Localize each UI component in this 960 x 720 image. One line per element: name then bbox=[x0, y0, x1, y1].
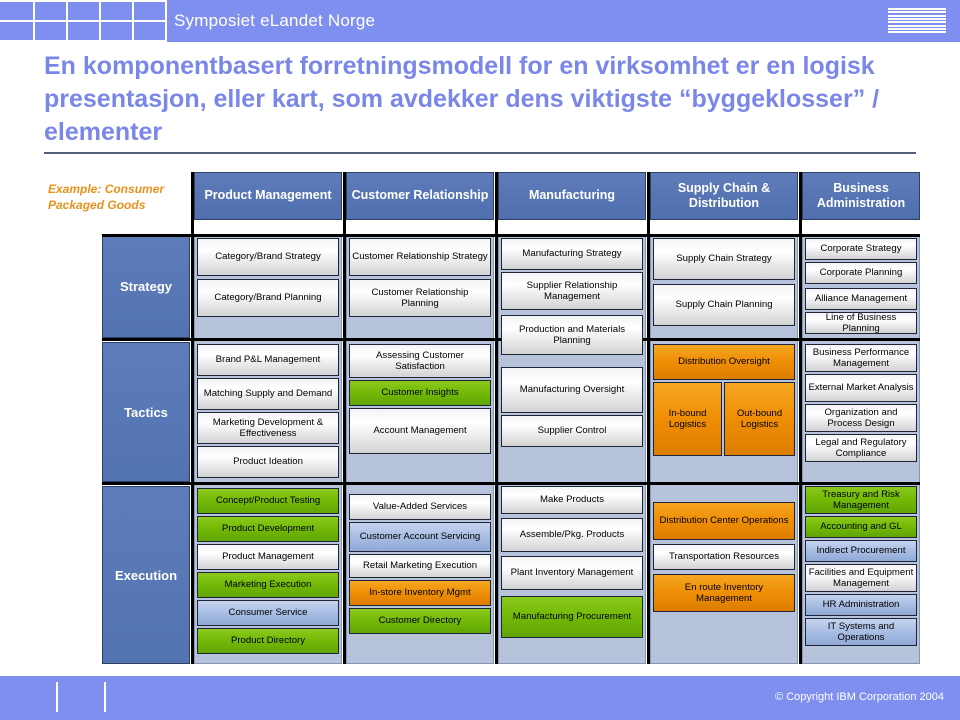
component-cell[interactable]: Category/Brand Planning bbox=[197, 279, 339, 317]
header-grid-decoration bbox=[0, 0, 167, 42]
component-cell[interactable]: In-bound Logistics bbox=[653, 382, 722, 456]
component-cell[interactable]: Manufacturing Procurement bbox=[501, 596, 643, 638]
ibm-logo-stripe bbox=[888, 31, 946, 34]
component-cell[interactable]: Customer Relationship Planning bbox=[349, 279, 491, 317]
component-cell[interactable]: Product Development bbox=[197, 516, 339, 542]
column-divider bbox=[799, 172, 802, 664]
ibm-logo-stripe bbox=[888, 14, 946, 17]
ibm-logo-stripe bbox=[888, 27, 946, 30]
column-divider bbox=[495, 172, 498, 664]
slide-header-bar: Symposiet eLandet Norge bbox=[0, 0, 960, 42]
component-cell[interactable]: Transportation Resources bbox=[653, 544, 795, 570]
component-cell[interactable]: Plant Inventory Management bbox=[501, 556, 643, 590]
row-label-execution[interactable]: Execution bbox=[102, 486, 190, 664]
component-cell[interactable]: Supply Chain Planning bbox=[653, 284, 795, 326]
component-cell[interactable]: Manufacturing Oversight bbox=[501, 367, 643, 413]
header-grid-line bbox=[0, 0, 165, 2]
ibm-logo-stripe bbox=[888, 17, 946, 20]
component-cell[interactable]: Product Management bbox=[197, 544, 339, 570]
band-divider bbox=[102, 234, 920, 237]
column-header-supply-chain-distribution[interactable]: Supply Chain & Distribution bbox=[650, 172, 798, 220]
presentation-title: Symposiet eLandet Norge bbox=[174, 11, 376, 30]
header-grid-line bbox=[0, 40, 165, 42]
component-cell[interactable]: Organization and Process Design bbox=[805, 404, 917, 432]
component-cell[interactable]: Marketing Execution bbox=[197, 572, 339, 598]
component-cell[interactable]: Value-Added Services bbox=[349, 494, 491, 520]
column-header-product-management[interactable]: Product Management bbox=[194, 172, 342, 220]
component-cell[interactable]: Alliance Management bbox=[805, 288, 917, 310]
component-cell[interactable]: Line of Business Planning bbox=[805, 312, 917, 334]
component-cell[interactable]: Category/Brand Strategy bbox=[197, 238, 339, 276]
ibm-logo-stripe bbox=[888, 8, 946, 10]
header-grid-line bbox=[0, 20, 165, 22]
column-divider bbox=[191, 172, 194, 664]
component-cell[interactable]: In-store Inventory Mgmt bbox=[349, 580, 491, 606]
title-divider bbox=[44, 152, 916, 154]
component-cell[interactable]: En route Inventory Management bbox=[653, 574, 795, 612]
component-cell[interactable]: Customer Account Servicing bbox=[349, 522, 491, 552]
ibm-logo-stripe bbox=[888, 24, 946, 27]
component-cell[interactable]: Retail Marketing Execution bbox=[349, 554, 491, 578]
column-header-customer-relationship[interactable]: Customer Relationship bbox=[346, 172, 494, 220]
component-cell[interactable]: Legal and Regulatory Compliance bbox=[805, 434, 917, 462]
footer-tick-right bbox=[104, 682, 106, 712]
component-cell[interactable]: Corporate Strategy bbox=[805, 238, 917, 260]
ibm-logo-stripe bbox=[888, 11, 946, 14]
component-cell[interactable]: Facilities and Equipment Management bbox=[805, 564, 917, 592]
component-cell[interactable]: Out-bound Logistics bbox=[724, 382, 795, 456]
component-cell[interactable]: Distribution Oversight bbox=[653, 344, 795, 380]
column-header-business-administration[interactable]: Business Administration bbox=[802, 172, 920, 220]
component-cell[interactable]: Supply Chain Strategy bbox=[653, 238, 795, 280]
page-title: En komponentbasert forretningsmodell for… bbox=[44, 52, 880, 146]
component-cell[interactable]: IT Systems and Operations bbox=[805, 618, 917, 646]
component-cell[interactable]: Distribution Center Operations bbox=[653, 502, 795, 540]
component-cell[interactable]: Consumer Service bbox=[197, 600, 339, 626]
component-cell[interactable]: Product Ideation bbox=[197, 446, 339, 478]
component-cell[interactable]: Production and Materials Planning bbox=[501, 315, 643, 355]
component-cell[interactable]: External Market Analysis bbox=[805, 374, 917, 402]
component-cell[interactable]: Customer Insights bbox=[349, 380, 491, 406]
component-cell[interactable]: Make Products bbox=[501, 486, 643, 514]
component-cell[interactable]: Account Management bbox=[349, 408, 491, 454]
component-cell[interactable]: Supplier Control bbox=[501, 415, 643, 447]
component-cell[interactable]: Product Directory bbox=[197, 628, 339, 654]
component-cell[interactable]: Brand P&L Management bbox=[197, 344, 339, 376]
component-cell[interactable]: Matching Supply and Demand bbox=[197, 378, 339, 410]
component-cell[interactable]: Corporate Planning bbox=[805, 262, 917, 284]
component-cell[interactable]: Indirect Procurement bbox=[805, 540, 917, 562]
ibm-logo-stripe bbox=[888, 21, 946, 24]
footer-tick-left bbox=[56, 682, 58, 712]
row-label-strategy[interactable]: Strategy bbox=[102, 234, 190, 338]
component-cell[interactable]: Assemble/Pkg. Products bbox=[501, 518, 643, 552]
component-cell[interactable]: HR Administration bbox=[805, 594, 917, 616]
component-cell[interactable]: Treasury and Risk Management bbox=[805, 486, 917, 514]
band-divider bbox=[102, 482, 920, 485]
component-cell[interactable]: Business Performance Management bbox=[805, 344, 917, 372]
column-header-manufacturing[interactable]: Manufacturing bbox=[498, 172, 646, 220]
component-cell[interactable]: Marketing Development & Effectiveness bbox=[197, 412, 339, 444]
copyright-notice: © Copyright IBM Corporation 2004 bbox=[775, 691, 944, 703]
column-divider bbox=[343, 172, 346, 664]
component-cell[interactable]: Supplier Relationship Management bbox=[501, 272, 643, 310]
component-business-model-matrix: Product Management Customer Relationship M… bbox=[102, 172, 920, 664]
component-cell[interactable]: Customer Directory bbox=[349, 608, 491, 634]
component-cell[interactable]: Concept/Product Testing bbox=[197, 488, 339, 514]
column-divider bbox=[647, 172, 650, 664]
ibm-logo-icon bbox=[888, 8, 946, 34]
header-grid-line bbox=[165, 0, 167, 42]
component-cell[interactable]: Accounting and GL bbox=[805, 516, 917, 538]
component-cell[interactable]: Manufacturing Strategy bbox=[501, 238, 643, 270]
component-cell[interactable]: Customer Relationship Strategy bbox=[349, 238, 491, 276]
component-cell[interactable]: Assessing Customer Satisfaction bbox=[349, 344, 491, 378]
row-label-tactics[interactable]: Tactics bbox=[102, 342, 190, 482]
slide-footer-bar: © Copyright IBM Corporation 2004 bbox=[0, 676, 960, 720]
